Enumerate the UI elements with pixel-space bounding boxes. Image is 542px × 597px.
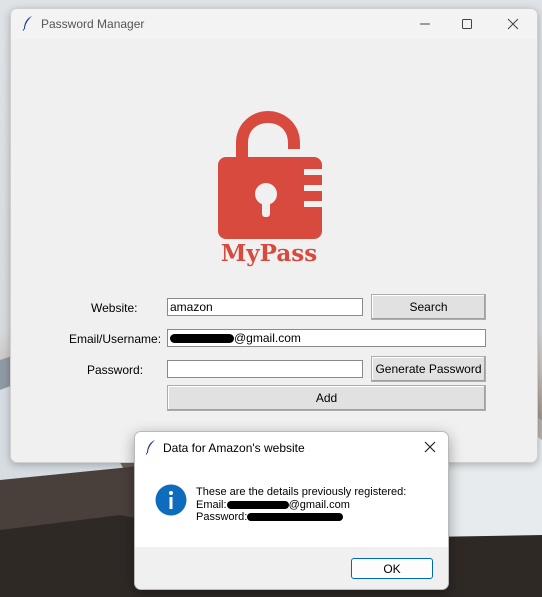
maximize-icon	[462, 19, 472, 29]
generate-password-button[interactable]: Generate Password	[371, 356, 486, 382]
minimize-button[interactable]	[407, 13, 443, 35]
minimize-icon	[420, 23, 430, 25]
close-button[interactable]	[495, 13, 531, 35]
email-label: Email/Username:	[69, 332, 162, 346]
password-input[interactable]	[167, 360, 363, 378]
website-label: Website:	[91, 301, 138, 315]
logo-text: MyPass	[221, 240, 317, 267]
dialog-title: Data for Amazon's website	[163, 441, 305, 455]
email-suffix: @gmail.com	[234, 331, 301, 345]
email-input[interactable]: @gmail.com	[167, 329, 486, 347]
close-icon	[424, 441, 436, 453]
website-input[interactable]: amazon	[167, 298, 363, 316]
password-label: Password:	[87, 363, 144, 377]
feather-icon	[145, 440, 155, 455]
password-manager-window: Password Manager MyPass Website: amazon …	[10, 8, 538, 463]
add-button[interactable]: Add	[167, 385, 486, 411]
close-icon	[507, 18, 519, 30]
dialog-footer: OK	[135, 547, 448, 589]
dialog-message: These are the details previously registe…	[196, 486, 406, 524]
info-dialog: Data for Amazon's website These are the …	[134, 431, 449, 590]
dialog-close-button[interactable]	[418, 436, 442, 458]
message-password-line: Password:	[196, 511, 406, 524]
info-icon	[155, 484, 187, 516]
redaction-mark	[226, 500, 289, 509]
window-title: Password Manager	[41, 17, 145, 31]
mypass-logo: MyPass	[218, 111, 322, 267]
message-email-line: Email: @gmail.com	[196, 498, 350, 511]
dialog-title-bar: Data for Amazon's website	[135, 432, 448, 462]
title-bar: Password Manager	[11, 9, 537, 39]
dialog-body: These are the details previously registe…	[135, 462, 448, 547]
message-line-1: These are the details previously registe…	[196, 486, 407, 498]
redaction-mark	[170, 334, 234, 344]
search-button[interactable]: Search	[371, 294, 486, 320]
redaction-mark	[247, 513, 344, 522]
ok-button[interactable]: OK	[351, 558, 433, 579]
feather-icon	[22, 16, 32, 31]
maximize-button[interactable]	[449, 13, 485, 35]
